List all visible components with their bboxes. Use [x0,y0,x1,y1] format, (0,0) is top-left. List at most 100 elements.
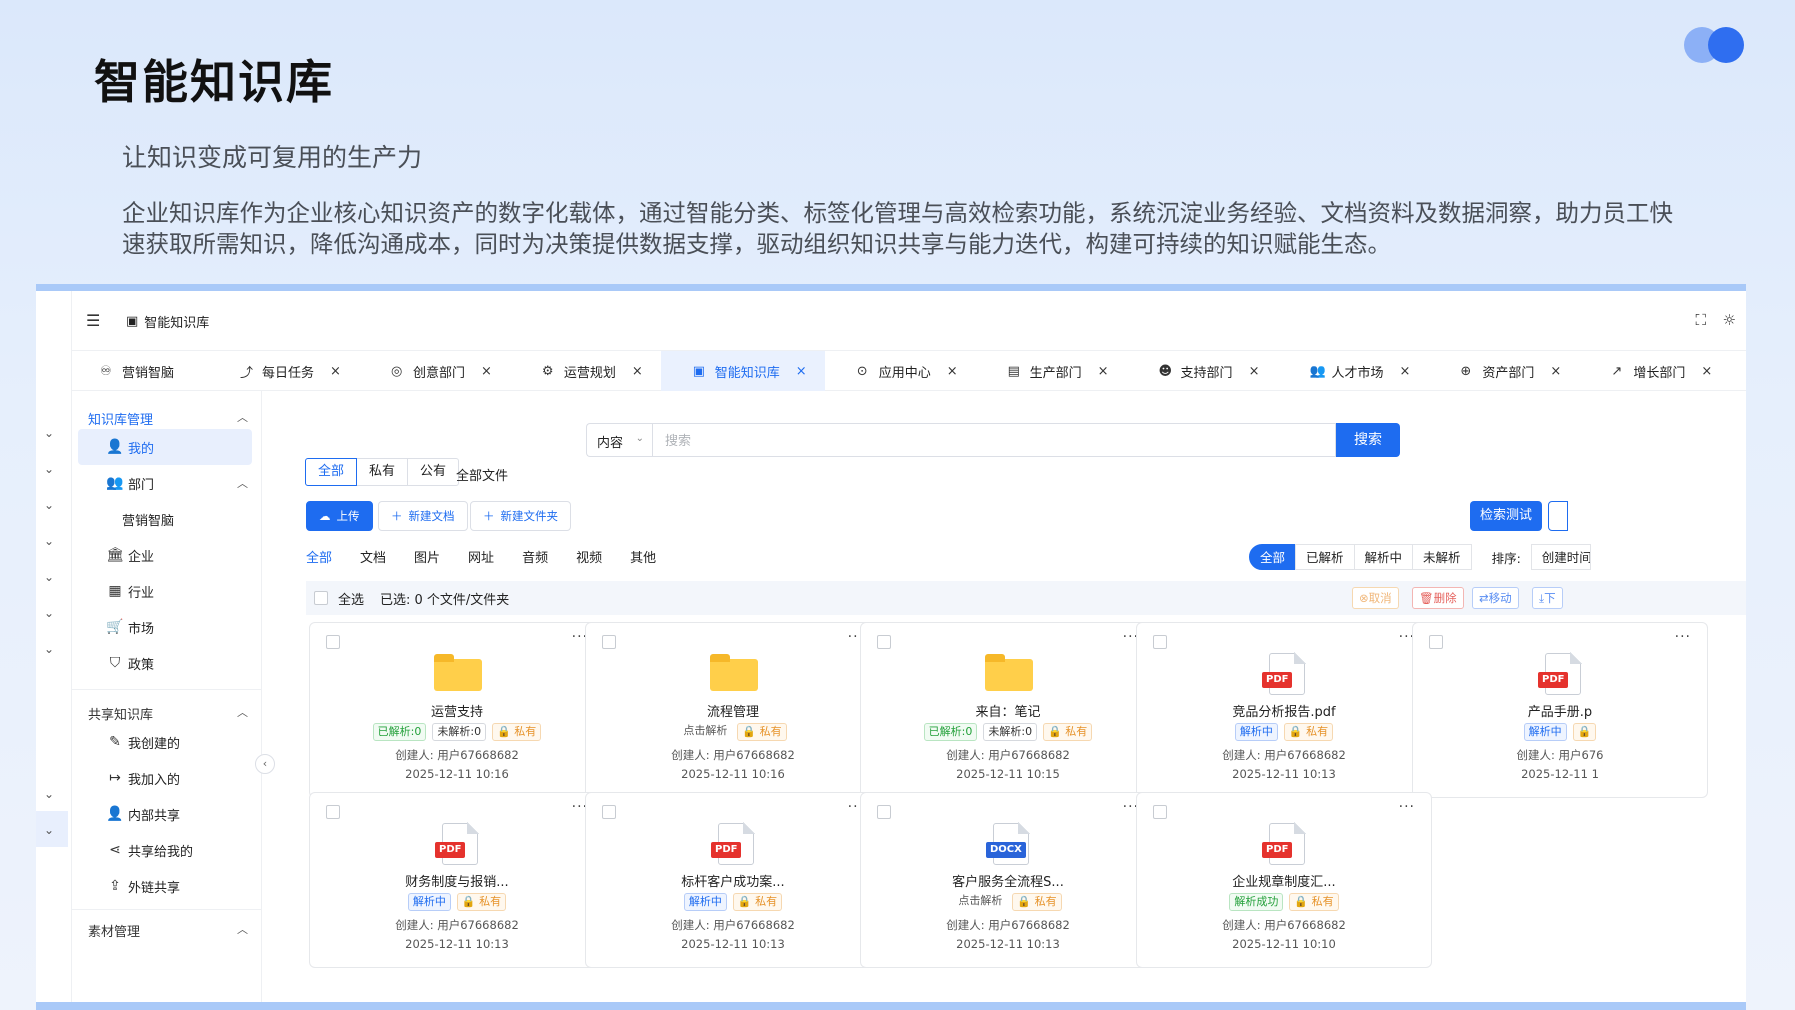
search-input[interactable] [652,423,1336,457]
scope-public[interactable]: 公有 [407,458,460,486]
close-icon[interactable]: × [1399,364,1410,379]
file-card[interactable]: ··· 流程管理 点击解析 🔒 私有 创建人: 用户67668682 2025-12-11… [585,622,881,798]
sidebar-group-material[interactable]: 素材管理 ︿ [88,921,248,940]
type-tab-4[interactable]: 网址 [468,547,494,572]
more-icon[interactable]: ··· [1675,629,1691,645]
tab-3[interactable]: ◎ 创意部门 × [359,351,510,391]
sidebar-item-marketing[interactable]: 营销智脑 [78,501,252,537]
tab-10[interactable]: ⊕ 资产部门 × [1428,351,1579,391]
chevron-down-icon[interactable]: ⌄ [44,787,54,801]
retrieval-test-button[interactable]: 检索测试 [1470,501,1542,531]
sidebar-item-market[interactable]: 🛒 市场 [78,609,252,645]
move-button[interactable]: ⇄移动 [1472,587,1519,609]
new-doc-button[interactable]: ＋ 新建文档 [378,501,468,531]
tab-4[interactable]: ⚙ 运营规划 × [510,351,661,391]
scope-all[interactable]: 全部 [305,458,358,486]
type-tab-7[interactable]: 其他 [630,547,656,572]
sidebar-item-dept[interactable]: 👥 部门 ︿ [78,465,252,501]
close-icon[interactable]: × [1550,364,1561,379]
card-checkbox[interactable] [602,635,616,649]
tab-9[interactable]: 👥 人才市场 × [1277,351,1428,391]
menu-fold-icon[interactable]: ☰ [86,311,100,330]
file-card[interactable]: ··· PDF 竞品分析报告.pdf 解析中 🔒 私有 创建人: 用户67668682 20… [1136,622,1432,798]
type-tab-6[interactable]: 视频 [576,547,602,572]
close-icon[interactable]: × [1249,364,1260,379]
chevron-down-icon[interactable]: ⌄ [44,426,54,440]
scope-private[interactable]: 私有 [356,458,409,486]
close-icon[interactable]: × [330,364,341,379]
type-tab-5[interactable]: 音频 [522,547,548,572]
type-tab-1[interactable]: 全部 [306,547,332,572]
parse-link[interactable]: 点击解析 [679,723,731,741]
search-button[interactable]: 搜索 [1336,423,1400,457]
card-checkbox[interactable] [1153,805,1167,819]
type-tab-2[interactable]: 文档 [360,547,386,572]
tab-8[interactable]: ☻ 支持部门 × [1127,351,1278,391]
status-unparsed[interactable]: 未解析 [1412,544,1472,570]
download-button[interactable]: ⤓下 [1532,587,1563,609]
more-toolbar-button[interactable] [1548,501,1568,531]
file-card[interactable]: ··· DOCX 客户服务全流程S... 点击解析 🔒 私有 创建人: 用户6766868… [860,792,1156,968]
breadcrumb[interactable]: 全部文件 [456,465,508,484]
chevron-down-icon[interactable]: ⌄ [44,570,54,584]
chevron-down-icon[interactable]: ⌄ [44,606,54,620]
close-icon[interactable]: × [796,364,807,379]
tab-12[interactable]: ⋖成交部 [1730,351,1746,391]
card-checkbox[interactable] [877,635,891,649]
chevron-down-icon[interactable]: ⌄ [44,534,54,548]
fullscreen-icon[interactable]: ⛶ [1695,311,1706,329]
close-icon[interactable]: × [632,364,643,379]
tab-7[interactable]: ▤ 生产部门 × [976,351,1127,391]
sun-icon[interactable]: ☼ [1723,311,1736,329]
tab-5[interactable]: ▣ 智能知识库 × [660,351,825,391]
sidebar-item-industry[interactable]: ▦ 行业 [78,573,252,609]
new-folder-button[interactable]: ＋ 新建文件夹 [470,501,571,531]
sidebar-group-knowledge[interactable]: 知识库管理 ︿ [88,409,248,428]
file-card[interactable]: ··· 运营支持 已解析:0 未解析:0 🔒 私有 创建人: 用户67668682 2025… [309,622,605,798]
select-all-label[interactable]: 全选 [338,589,364,608]
file-card[interactable]: ··· PDF 标杆客户成功案... 解析中 🔒 私有 创建人: 用户67668682 20… [585,792,881,968]
upload-button[interactable]: ☁ 上传 [306,501,373,531]
close-icon[interactable]: × [481,364,492,379]
parse-link[interactable]: 点击解析 [954,893,1006,911]
sidebar-item-created[interactable]: ✎ 我创建的 [78,724,252,760]
sidebar-item-external[interactable]: ⇪ 外链共享 [78,868,252,904]
file-card[interactable]: ··· PDF 产品手册.p 解析中 🔒 创建人: 用户676 2025-12-11 1 [1412,622,1708,798]
more-icon[interactable]: ··· [1399,799,1415,815]
type-tab-3[interactable]: 图片 [414,547,440,572]
sidebar-item-enterprise[interactable]: 🏛 企业 [78,537,252,573]
sort-select[interactable]: 创建时间 [1530,544,1591,570]
chevron-down-icon[interactable]: ⌄ [44,498,54,512]
card-checkbox[interactable] [877,805,891,819]
sidebar-group-shared[interactable]: 共享知识库 ︿ [88,704,248,723]
search-type-select[interactable]: 内容 ⌄ [586,423,652,457]
card-checkbox[interactable] [1429,635,1443,649]
card-checkbox[interactable] [326,635,340,649]
card-checkbox[interactable] [602,805,616,819]
card-checkbox[interactable] [1153,635,1167,649]
chevron-down-icon[interactable]: ⌄ [44,823,54,837]
collapse-sidebar-button[interactable]: ‹ [255,754,275,774]
chevron-down-icon[interactable]: ⌄ [44,462,54,476]
sidebar-item-shared-to-me[interactable]: ⋖ 共享给我的 [78,832,252,868]
sidebar-item-joined[interactable]: ↦ 我加入的 [78,760,252,796]
file-card[interactable]: ··· PDF 企业规章制度汇... 解析成功 🔒 私有 创建人: 用户67668682 2… [1136,792,1432,968]
file-card[interactable]: ··· PDF 财务制度与报销... 解析中 🔒 私有 创建人: 用户67668682 20… [309,792,605,968]
card-checkbox[interactable] [326,805,340,819]
close-icon[interactable]: × [1701,364,1712,379]
tab-11[interactable]: ↗ 增长部门 × [1579,351,1730,391]
status-all[interactable]: 全部 [1249,544,1297,570]
cancel-button[interactable]: ⊗取消 [1352,587,1399,609]
tab-6[interactable]: ⊙ 应用中心 × [825,351,976,391]
tab-1[interactable]: ♾ 营销智脑 [72,351,208,391]
status-parsed[interactable]: 已解析 [1295,544,1355,570]
sidebar-item-policy[interactable]: ⛉ 政策 [78,645,252,681]
close-icon[interactable]: × [947,364,958,379]
chevron-down-icon[interactable]: ⌄ [44,642,54,656]
tab-2[interactable]: ⤴ 每日任务 × [208,351,359,391]
status-parsing[interactable]: 解析中 [1353,544,1414,570]
select-all-checkbox[interactable] [314,591,328,605]
delete-button[interactable]: 🗑删除 [1412,587,1464,609]
close-icon[interactable]: × [1098,364,1109,379]
sidebar-item-internal[interactable]: 👤 内部共享 [78,796,252,832]
